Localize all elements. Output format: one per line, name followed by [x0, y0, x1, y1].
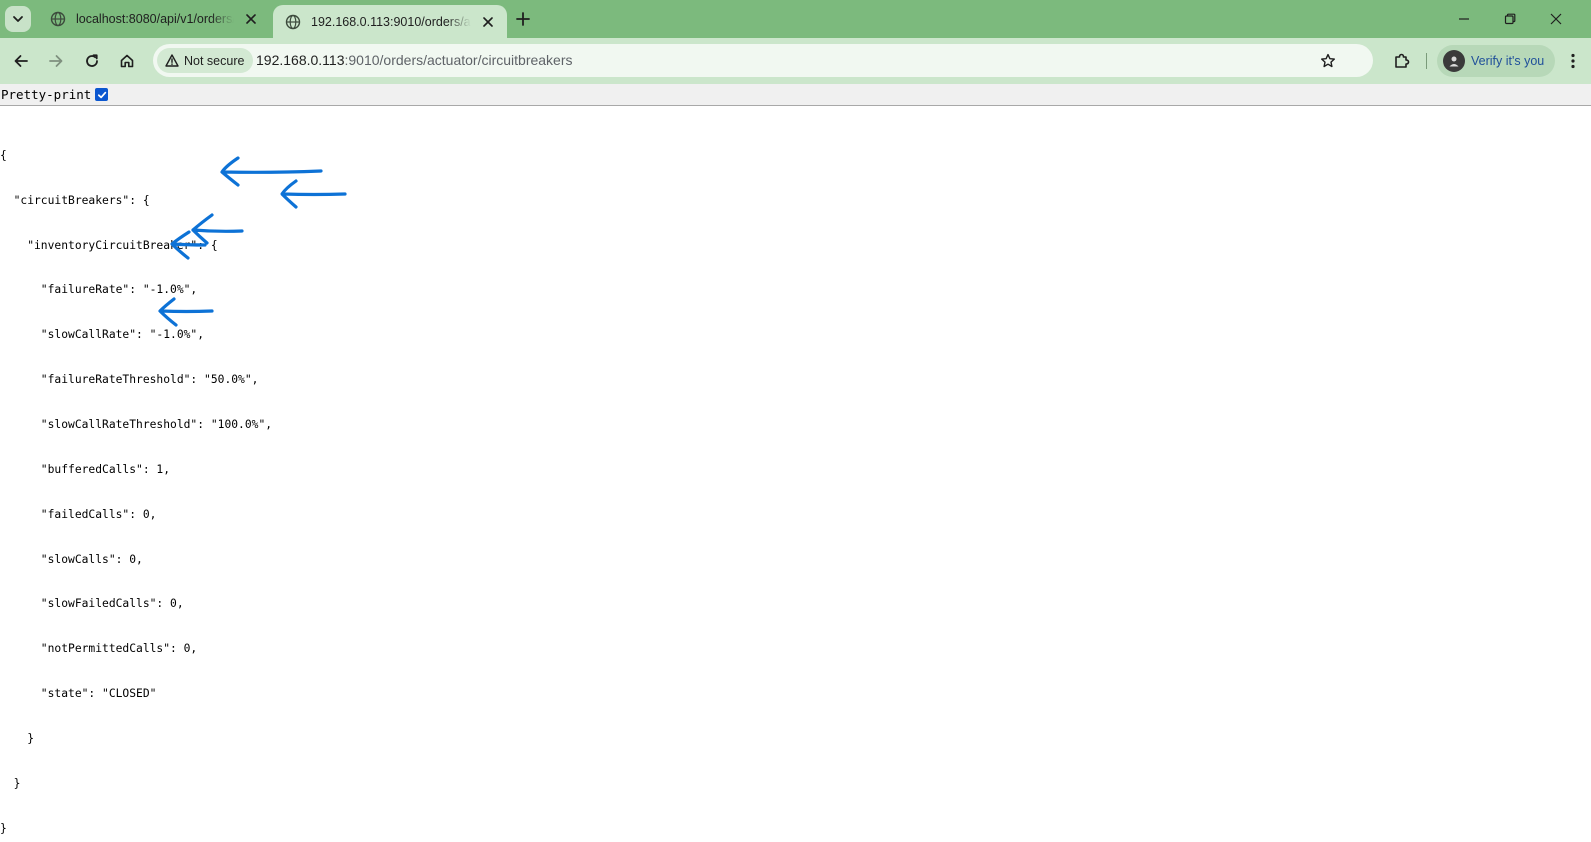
- extensions-button[interactable]: [1388, 47, 1416, 75]
- json-line: "notPermittedCalls": 0,: [0, 642, 198, 656]
- kebab-menu-icon: [1571, 53, 1575, 69]
- plus-icon: [516, 12, 530, 26]
- person-icon: [1449, 56, 1459, 67]
- browser-menu-button[interactable]: [1561, 49, 1585, 73]
- url-host: 192.168.0.113: [256, 52, 345, 68]
- json-line: "bufferedCalls": 1,: [0, 462, 171, 476]
- close-icon: [1550, 13, 1562, 25]
- json-line: }: [0, 776, 21, 790]
- avatar: [1443, 50, 1465, 72]
- json-line: "slowCallRate": "-1.0%",: [0, 328, 205, 342]
- security-indicator[interactable]: Not secure: [157, 48, 254, 73]
- url-path: :9010/orders/actuator/circuitbreakers: [344, 52, 573, 68]
- profile-button[interactable]: Verify it's you: [1437, 45, 1555, 77]
- tab-search-button[interactable]: [5, 6, 31, 32]
- close-icon: [246, 14, 256, 24]
- forward-button[interactable]: [42, 47, 70, 75]
- forward-arrow-icon: [49, 55, 63, 67]
- extensions-icon: [1395, 53, 1410, 68]
- bookmark-button[interactable]: [1317, 50, 1339, 72]
- browser-toolbar: Not secure 192.168.0.113:9010/orders/act…: [0, 38, 1591, 84]
- json-line: }: [0, 731, 35, 745]
- tab-title: localhost:8080/api/v1/orders/actuator: [76, 12, 234, 26]
- close-tab-button[interactable]: [477, 11, 499, 33]
- back-arrow-icon: [14, 55, 28, 67]
- minimize-icon: [1459, 18, 1469, 20]
- back-button[interactable]: [7, 47, 35, 75]
- json-line: {: [0, 148, 7, 162]
- json-line: "circuitBreakers": {: [0, 193, 150, 207]
- json-line: "state": "CLOSED": [0, 687, 157, 701]
- warning-icon: [165, 54, 179, 67]
- pretty-print-bar: Pretty-print: [0, 84, 1591, 106]
- tab-title: 192.168.0.113:9010/orders/actuator/circu…: [311, 14, 471, 29]
- home-button[interactable]: [113, 47, 141, 75]
- globe-icon: [285, 14, 301, 30]
- url-text[interactable]: 192.168.0.113:9010/orders/actuator/circu…: [256, 44, 573, 77]
- json-line: "slowFailedCalls": 0,: [0, 597, 184, 611]
- pretty-print-label: Pretty-print: [1, 87, 92, 102]
- annotation-arrow-slow-call-rate: [280, 179, 347, 209]
- star-icon: [1321, 53, 1335, 68]
- restore-button[interactable]: [1487, 0, 1533, 38]
- close-tab-button[interactable]: [240, 8, 262, 30]
- tab-circuitbreakers[interactable]: 192.168.0.113:9010/orders/actuator/circu…: [273, 5, 507, 38]
- profile-label: Verify it's you: [1471, 54, 1545, 68]
- json-line: "failureRate": "-1.0%",: [0, 283, 198, 297]
- globe-icon: [50, 11, 66, 27]
- json-line: "failedCalls": 0,: [0, 507, 157, 521]
- json-line: "failureRateThreshold": "50.0%",: [0, 373, 259, 387]
- reload-button[interactable]: [78, 47, 106, 75]
- checkmark-icon: [97, 91, 107, 98]
- toolbar-divider: [1426, 53, 1427, 69]
- minimize-button[interactable]: [1441, 0, 1487, 38]
- json-line: "inventoryCircuitBreaker": {: [0, 238, 218, 252]
- json-viewer: { "circuitBreakers": { "inventoryCircuit…: [0, 119, 272, 842]
- reload-icon: [86, 54, 98, 67]
- close-icon: [483, 16, 493, 27]
- tab-strip: localhost:8080/api/v1/orders/actuator 19…: [0, 0, 1591, 38]
- close-window-button[interactable]: [1533, 0, 1579, 38]
- new-tab-button[interactable]: [511, 7, 535, 31]
- security-label: Not secure: [184, 53, 245, 68]
- home-icon: [120, 54, 134, 68]
- json-line: }: [0, 821, 7, 835]
- json-line: "slowCallRateThreshold": "100.0%",: [0, 417, 273, 431]
- tab-localhost[interactable]: localhost:8080/api/v1/orders/actuator: [38, 0, 270, 38]
- address-bar[interactable]: Not secure 192.168.0.113:9010/orders/act…: [153, 44, 1373, 77]
- pretty-print-checkbox[interactable]: [95, 88, 109, 101]
- tab-search-icon: [13, 16, 23, 22]
- json-line: "slowCalls": 0,: [0, 552, 143, 566]
- restore-icon: [1504, 13, 1516, 25]
